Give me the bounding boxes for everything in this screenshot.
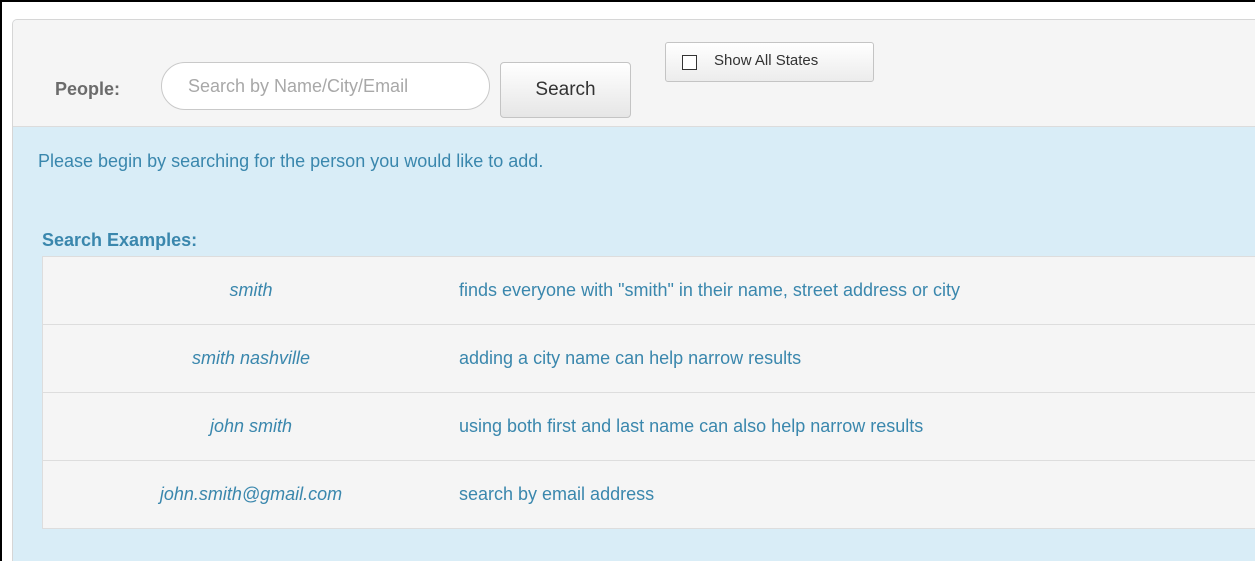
table-row: john.smith@gmail.com search by email add… [42,460,1255,529]
example-query: john.smith@gmail.com [42,460,459,529]
add-person-panel: People: Search Show All States Please be… [12,19,1255,561]
table-row: john smith using both first and last nam… [42,392,1255,461]
example-description: finds everyone with "smith" in their nam… [459,256,1255,325]
example-query: smith nashville [42,324,459,393]
search-examples-table: smith finds everyone with "smith" in the… [42,256,1255,529]
example-description: adding a city name can help narrow resul… [459,324,1255,393]
example-description: search by email address [459,460,1255,529]
table-row: smith nashville adding a city name can h… [42,324,1255,393]
info-message: Please begin by searching for the person… [38,151,544,171]
example-description: using both first and last name can also … [459,392,1255,461]
search-button[interactable]: Search [500,62,631,118]
page-frame: People: Search Show All States Please be… [0,0,1255,561]
example-query: john smith [42,392,459,461]
search-examples-heading: Search Examples: [42,230,198,250]
show-all-states-label: Show All States [714,52,819,69]
search-toolbar: People: Search Show All States [13,20,1255,127]
table-row: smith finds everyone with "smith" in the… [42,256,1255,325]
people-label: People: [55,79,121,99]
example-query: smith [42,256,459,325]
people-search-input[interactable] [161,62,490,110]
show-all-states-toggle[interactable]: Show All States [665,42,874,82]
show-all-states-checkbox[interactable] [682,55,697,70]
